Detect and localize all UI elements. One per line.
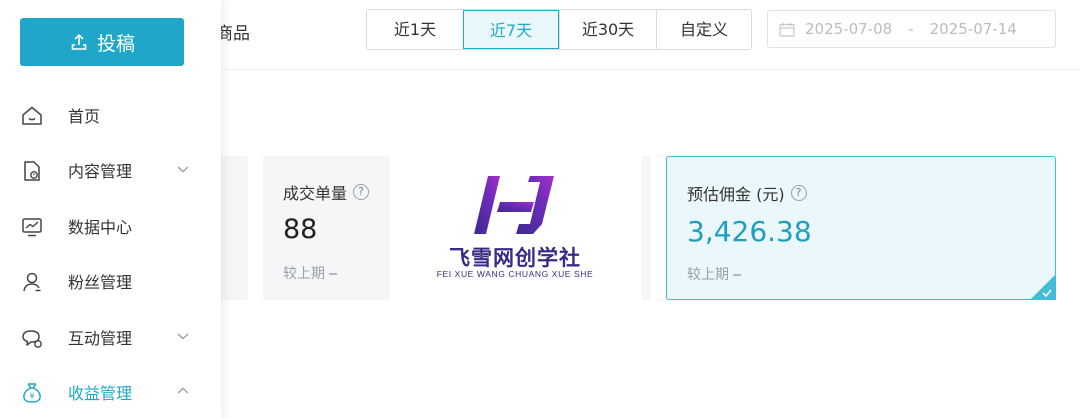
- orders-value: 88: [283, 214, 318, 245]
- sidebar-item-home[interactable]: 首页: [0, 95, 221, 135]
- document-icon: [24, 161, 40, 181]
- sidebar-item-label: 数据中心: [68, 218, 133, 237]
- sidebar-item-label: 粉丝管理: [68, 273, 133, 292]
- publish-button[interactable]: 投稿: [20, 18, 184, 66]
- flat-trend-icon: [329, 272, 337, 275]
- sidebar-item-interaction[interactable]: 互动管理: [0, 317, 221, 357]
- chevron-down-icon[interactable]: [176, 164, 190, 174]
- svg-text:¥: ¥: [29, 392, 34, 401]
- stat-card-commission[interactable]: 预估佣金 (元) ? 3,426.38 较上期: [666, 156, 1056, 300]
- sidebar-item-earnings[interactable]: ¥ 收益管理: [0, 372, 221, 412]
- money-bag-icon: ¥: [23, 383, 41, 403]
- commission-value: 3,426.38: [687, 215, 812, 248]
- watermark-logo: 飞雪网创学社 FEI XUE WANG CHUANG XUE SHE: [430, 172, 600, 282]
- chat-icon: [22, 330, 42, 348]
- commission-label-row: 预估佣金 (元) ?: [687, 181, 807, 205]
- help-icon[interactable]: ?: [353, 184, 370, 200]
- range-option-7d[interactable]: 近7天: [463, 10, 559, 49]
- sidebar-item-data-center[interactable]: 数据中心: [0, 206, 221, 246]
- orders-compare-label: 较上期: [283, 266, 325, 282]
- sidebar-item-label: 内容管理: [68, 162, 133, 181]
- selected-check-icon: [1030, 274, 1056, 300]
- sidebar-item-fans[interactable]: 粉丝管理: [0, 261, 221, 301]
- date-range-selector: 近1天 近7天 近30天 自定义: [366, 9, 752, 50]
- date-start[interactable]: 2025-07-08: [805, 20, 892, 38]
- date-range-picker[interactable]: 2025-07-08 - 2025-07-14: [767, 10, 1056, 48]
- range-option-1d[interactable]: 近1天: [367, 10, 463, 49]
- chevron-down-icon[interactable]: [176, 331, 190, 341]
- range-option-30d[interactable]: 近30天: [559, 10, 656, 49]
- sidebar-item-label: 收益管理: [68, 384, 133, 403]
- watermark-brand-en: FEI XUE WANG CHUANG XUE SHE: [436, 269, 594, 279]
- orders-compare: 较上期: [283, 263, 337, 283]
- stat-card-partial-right[interactable]: [641, 156, 651, 300]
- date-end[interactable]: 2025-07-14: [930, 20, 1017, 38]
- chart-monitor-icon: [22, 218, 42, 237]
- upload-icon: [71, 33, 87, 50]
- sidebar-item-label: 互动管理: [68, 329, 133, 348]
- commission-label: 预估佣金 (元): [687, 185, 785, 204]
- sidebar: 投稿 首页 内容管理 数据中心 粉丝管理 互动管理 ¥ 收益管理: [0, 0, 221, 419]
- sidebar-item-label: 首页: [68, 107, 101, 126]
- publish-label: 投稿: [96, 32, 135, 55]
- help-icon[interactable]: ?: [790, 185, 807, 201]
- orders-label-row: 成交单量 ?: [283, 180, 370, 204]
- orders-label: 成交单量: [283, 184, 348, 203]
- brand-logo-icon: [474, 176, 554, 234]
- user-icon: [23, 272, 41, 292]
- watermark-brand-cn: 飞雪网创学社: [449, 246, 581, 270]
- home-icon: [22, 106, 42, 125]
- range-option-custom[interactable]: 自定义: [656, 10, 751, 49]
- stat-card-orders[interactable]: 成交单量 ? 88 较上期: [263, 156, 390, 300]
- commission-compare-label: 较上期: [687, 267, 729, 283]
- chevron-up-icon[interactable]: [176, 386, 190, 396]
- date-separator: -: [908, 20, 914, 38]
- commission-compare: 较上期: [687, 264, 741, 284]
- calendar-icon: [779, 22, 795, 37]
- sidebar-item-content[interactable]: 内容管理: [0, 150, 221, 190]
- tab-products-partial[interactable]: 商品: [216, 19, 250, 44]
- flat-trend-icon: [733, 273, 741, 276]
